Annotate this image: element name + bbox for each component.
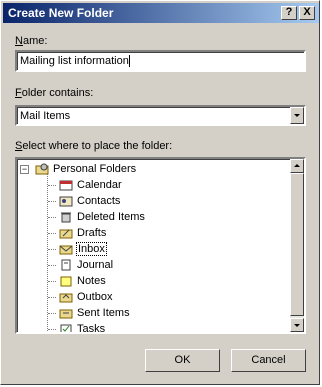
tree-item-label: Personal Folders xyxy=(53,163,137,175)
name-input[interactable]: Mailing list information xyxy=(15,50,306,72)
tree-item-tasks[interactable]: Tasks xyxy=(59,322,259,334)
deleted-items-icon xyxy=(61,212,71,223)
folder-contains-label-rest: older contains: xyxy=(21,87,94,99)
cancel-button[interactable]: Cancel xyxy=(231,349,306,372)
scroll-up-button[interactable] xyxy=(290,159,304,173)
folder-tree[interactable]: − Personal Folders Calendar Contacts Del… xyxy=(15,157,306,334)
tree-item-notes[interactable]: Notes xyxy=(59,274,259,290)
tree-item-label: Sent Items xyxy=(77,307,130,319)
sent-items-icon xyxy=(59,309,73,319)
folder-contains-label: Folder contains: xyxy=(15,87,94,99)
contacts-icon xyxy=(59,196,73,207)
tree-item-label: Deleted Items xyxy=(77,211,145,223)
scroll-down-button[interactable] xyxy=(290,318,304,332)
tree-connector xyxy=(47,173,48,332)
drafts-icon xyxy=(59,229,73,239)
tree-item-deleted-items[interactable]: Deleted Items xyxy=(59,210,259,226)
tree-connector xyxy=(48,185,56,186)
folder-contains-value: Mail Items xyxy=(20,110,71,122)
select-location-label: Select where to place the folder: xyxy=(15,140,173,152)
tree-connector xyxy=(48,329,56,330)
chevron-down-icon[interactable] xyxy=(290,107,304,124)
tree-connector xyxy=(48,281,56,282)
tree-connector xyxy=(48,297,56,298)
tree-item-drafts[interactable]: Drafts xyxy=(59,226,259,242)
name-label: Name: xyxy=(15,35,48,47)
tree-item-contacts[interactable]: Contacts xyxy=(59,194,259,210)
tree-connector xyxy=(48,249,56,250)
chevron-up-icon xyxy=(294,164,300,167)
tree-connector xyxy=(48,265,56,266)
select-location-label-rest: elect where to place the folder: xyxy=(22,140,173,152)
tree-connector xyxy=(48,201,56,202)
collapse-icon[interactable]: − xyxy=(20,165,29,174)
calendar-icon xyxy=(59,180,73,191)
title-bar[interactable]: Create New Folder ? X xyxy=(3,3,319,23)
tree-scrollbar[interactable] xyxy=(290,159,304,332)
help-button[interactable]: ? xyxy=(281,6,297,20)
tree-item-label: Journal xyxy=(77,259,114,271)
journal-icon xyxy=(61,259,71,271)
tree-item-label: Drafts xyxy=(77,227,107,239)
tree-item-label: Tasks xyxy=(77,323,106,334)
tree-item-inbox[interactable]: Inbox xyxy=(59,242,259,258)
name-input-value: Mailing list information xyxy=(20,55,130,67)
notes-icon xyxy=(60,276,72,287)
tree-item-label: Outbox xyxy=(77,291,113,303)
tree-item-sent-items[interactable]: Sent Items xyxy=(59,306,259,322)
tree-item-journal[interactable]: Journal xyxy=(59,258,259,274)
chevron-down-icon xyxy=(294,324,300,327)
scroll-thumb[interactable] xyxy=(290,173,304,316)
ok-button[interactable]: OK xyxy=(145,349,220,372)
tree-item-label: Inbox xyxy=(76,242,107,256)
tree-connector xyxy=(48,217,56,218)
dialog-title: Create New Folder xyxy=(8,6,114,20)
tree-item-label: Notes xyxy=(77,275,106,287)
tree-item-label: Calendar xyxy=(77,179,122,191)
tree-item-label: Contacts xyxy=(77,195,121,207)
personal-folders-icon xyxy=(35,163,49,175)
tree-connector xyxy=(48,313,56,314)
create-new-folder-dialog: Create New Folder ? X Name: Mailing list… xyxy=(0,0,320,385)
close-button[interactable]: X xyxy=(299,6,315,20)
name-label-rest: ame: xyxy=(22,35,48,47)
tasks-icon xyxy=(60,324,72,332)
tree-connector xyxy=(48,233,56,234)
tree-root-personal-folders[interactable]: − Personal Folders xyxy=(17,162,277,178)
outbox-icon xyxy=(59,293,73,303)
inbox-icon xyxy=(59,245,73,255)
tree-item-calendar[interactable]: Calendar xyxy=(59,178,259,194)
tree-item-outbox[interactable]: Outbox xyxy=(59,290,259,306)
folder-contains-select[interactable]: Mail Items xyxy=(15,105,306,126)
